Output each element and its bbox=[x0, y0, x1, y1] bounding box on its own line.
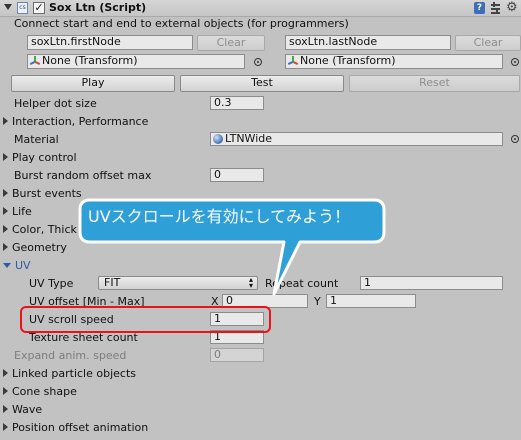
foldout-life[interactable]: Life bbox=[3, 205, 32, 218]
object-picker-icon[interactable] bbox=[511, 58, 519, 66]
component-title: Sox Ltn (Script) bbox=[49, 1, 147, 14]
enabled-checkbox[interactable]: ✓ bbox=[33, 2, 45, 14]
highlight-box bbox=[20, 306, 271, 333]
script-icon: cs bbox=[17, 2, 28, 14]
transform-icon bbox=[287, 56, 299, 66]
foldout-arrow-icon[interactable] bbox=[4, 4, 12, 10]
burst-random-offset-field[interactable]: 0 bbox=[210, 168, 264, 182]
first-node-object-field[interactable]: None (Transform) bbox=[27, 54, 245, 69]
last-node-object-value: None (Transform) bbox=[300, 54, 396, 67]
material-sphere-icon bbox=[213, 134, 223, 144]
reset-button[interactable]: Reset bbox=[349, 75, 520, 92]
clear-first-node-button[interactable]: Clear bbox=[197, 35, 265, 51]
foldout-arrow-icon bbox=[3, 153, 8, 161]
expand-anim-speed-label: Expand anim. speed bbox=[14, 349, 127, 362]
help-icon[interactable]: ? bbox=[474, 2, 485, 14]
foldout-wave[interactable]: Wave bbox=[3, 403, 42, 416]
foldout-linked-particle-objects[interactable]: Linked particle objects bbox=[3, 367, 136, 380]
foldout-arrow-icon bbox=[3, 405, 8, 413]
foldout-arrow-icon bbox=[3, 189, 8, 197]
callout-text: UVスクロールを有効にしてみよう！ bbox=[88, 207, 351, 226]
foldout-expanded-icon bbox=[3, 263, 11, 268]
foldout-uv[interactable]: UV bbox=[3, 259, 31, 272]
foldout-arrow-icon bbox=[3, 423, 8, 431]
foldout-arrow-icon bbox=[3, 243, 8, 251]
first-node-object-value: None (Transform) bbox=[42, 54, 138, 67]
last-node-name-field[interactable]: soxLtn.lastNode bbox=[285, 35, 451, 50]
object-picker-icon[interactable] bbox=[254, 58, 262, 66]
material-value: LTNWide bbox=[225, 132, 273, 145]
foldout-position-offset-animation[interactable]: Position offset animation bbox=[3, 421, 148, 434]
foldout-color-thick[interactable]: Color, Thick bbox=[3, 223, 77, 236]
foldout-arrow-icon bbox=[3, 387, 8, 395]
last-node-object-field[interactable]: None (Transform) bbox=[285, 54, 503, 69]
foldout-arrow-icon bbox=[3, 207, 8, 215]
helper-dot-size-field[interactable]: 0.3 bbox=[210, 96, 264, 110]
burst-random-offset-label: Burst random offset max bbox=[14, 169, 152, 182]
foldout-geometry[interactable]: Geometry bbox=[3, 241, 67, 254]
material-field[interactable]: LTNWide bbox=[210, 132, 503, 146]
expand-anim-speed-field: 0 bbox=[210, 348, 264, 362]
foldout-cone-shape[interactable]: Cone shape bbox=[3, 385, 77, 398]
foldout-burst-events[interactable]: Burst events bbox=[3, 187, 82, 200]
first-node-name-field[interactable]: soxLtn.firstNode bbox=[27, 35, 193, 50]
component-description: Connect start and end to external object… bbox=[14, 17, 349, 30]
settings-gear-icon[interactable]: ⚙ bbox=[506, 0, 518, 15]
test-button[interactable]: Test bbox=[180, 75, 344, 92]
foldout-arrow-icon bbox=[3, 117, 8, 125]
foldout-interaction-performance[interactable]: Interaction, Performance bbox=[3, 115, 148, 128]
foldout-arrow-icon bbox=[3, 369, 8, 377]
transform-icon bbox=[29, 56, 41, 66]
material-label: Material bbox=[14, 133, 59, 146]
object-picker-icon[interactable] bbox=[511, 135, 519, 143]
uv-type-label: UV Type bbox=[29, 277, 74, 290]
play-button[interactable]: Play bbox=[11, 75, 175, 92]
clear-last-node-button[interactable]: Clear bbox=[455, 35, 521, 51]
foldout-arrow-icon bbox=[3, 225, 8, 233]
foldout-play-control[interactable]: Play control bbox=[3, 151, 77, 164]
helper-dot-size-label: Helper dot size bbox=[14, 97, 97, 110]
presets-icon[interactable] bbox=[490, 2, 501, 14]
